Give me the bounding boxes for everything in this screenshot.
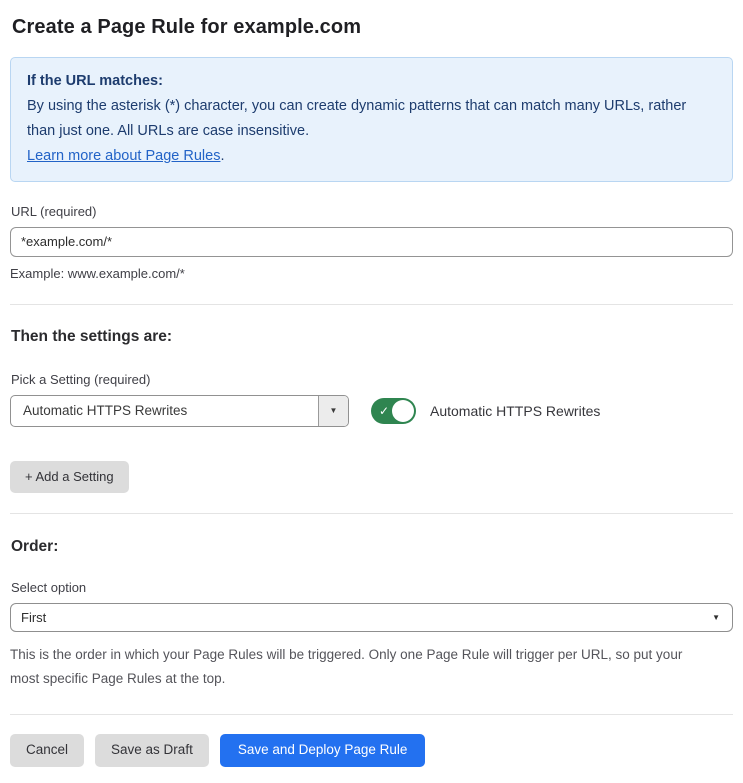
save-as-draft-button[interactable]: Save as Draft <box>95 734 209 768</box>
info-box-body: By using the asterisk (*) character, you… <box>27 97 687 139</box>
order-section: Order: Select option First ▼ This is the… <box>10 538 733 690</box>
check-icon: ✓ <box>379 403 390 418</box>
add-setting-button[interactable]: + Add a Setting <box>10 460 129 494</box>
pick-setting-label: Pick a Setting (required) <box>11 371 151 387</box>
order-help-text: This is the order in which your Page Rul… <box>10 647 683 686</box>
setting-dropdown-value: Automatic HTTPS Rewrites <box>23 403 188 419</box>
link-suffix-period: . <box>220 147 225 164</box>
order-select[interactable]: First ▼ <box>10 603 733 633</box>
url-matches-info-box: If the URL matches: By using the asteris… <box>10 57 733 182</box>
setting-toggle-label: Automatic HTTPS Rewrites <box>430 402 601 419</box>
url-label: URL (required) <box>11 203 97 219</box>
url-section: URL (required) Example: www.example.com/… <box>10 204 733 281</box>
order-select-value: First <box>21 610 47 626</box>
order-heading: Order: <box>11 538 59 556</box>
learn-more-link[interactable]: Learn more about Page Rules <box>27 148 220 164</box>
chevron-down-icon: ▼ <box>712 613 720 623</box>
settings-section: Then the settings are: Pick a Setting (r… <box>10 327 733 494</box>
order-select-label: Select option <box>11 580 87 596</box>
footer-actions: Cancel Save as Draft Save and Deploy Pag… <box>10 734 733 768</box>
toggle-knob <box>392 399 414 422</box>
info-box-heading: If the URL matches: <box>27 73 163 89</box>
divider <box>10 513 733 515</box>
chevron-down-icon[interactable]: ▼ <box>318 395 348 426</box>
divider <box>10 303 733 305</box>
setting-toggle[interactable]: ✓ <box>371 397 416 424</box>
save-and-deploy-button[interactable]: Save and Deploy Page Rule <box>219 734 426 768</box>
settings-heading: Then the settings are: <box>11 327 173 345</box>
divider <box>10 714 733 716</box>
setting-toggle-group: ✓ Automatic HTTPS Rewrites <box>371 397 601 424</box>
url-example-text: Example: www.example.com/* <box>10 265 185 281</box>
cancel-button[interactable]: Cancel <box>10 734 85 768</box>
create-page-rule-form: Create a Page Rule for example.com If th… <box>0 0 743 783</box>
url-input[interactable] <box>10 226 733 257</box>
setting-row: Automatic HTTPS Rewrites ▼ ✓ Automatic H… <box>10 394 733 427</box>
info-box-link-line: Learn more about Page Rules. <box>27 144 716 169</box>
page-title: Create a Page Rule for example.com <box>12 16 362 38</box>
setting-dropdown[interactable]: Automatic HTTPS Rewrites ▼ <box>10 394 349 427</box>
